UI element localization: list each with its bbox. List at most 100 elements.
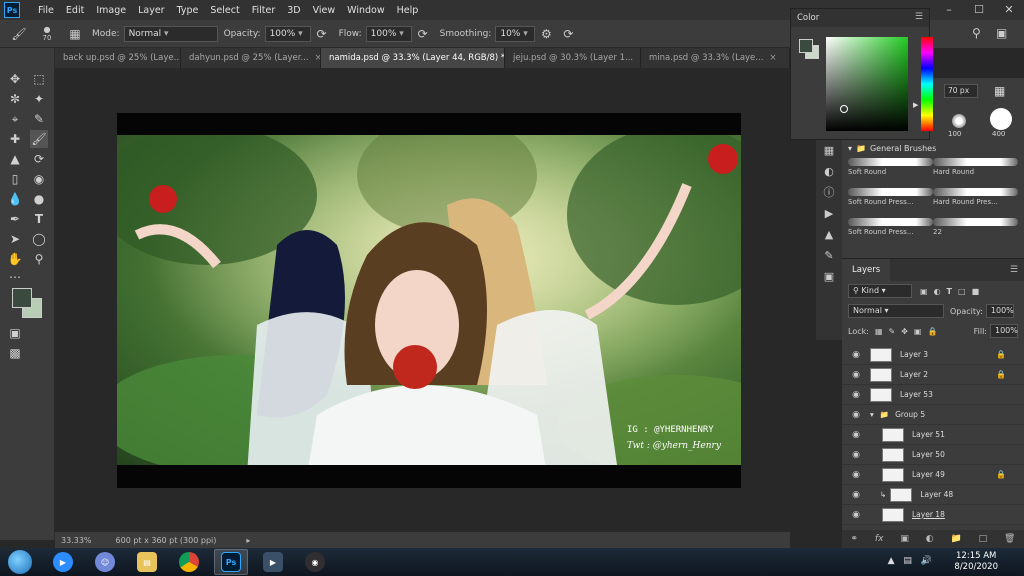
- taskbar-explorer[interactable]: ▤: [130, 549, 164, 575]
- volume-icon[interactable]: 🔊: [921, 556, 932, 566]
- brush-preset-item[interactable]: Hard Round Pres...: [933, 188, 1018, 210]
- zoom-tool-icon[interactable]: ⚲: [30, 250, 48, 268]
- tab-close-icon[interactable]: ×: [769, 53, 776, 63]
- visibility-eye-icon[interactable]: ◉: [848, 430, 864, 440]
- search-icon[interactable]: ⚲: [972, 26, 981, 40]
- menu-type[interactable]: Type: [171, 5, 205, 16]
- airbrush-icon[interactable]: ⟳: [414, 25, 432, 43]
- layer-opacity-field[interactable]: 100%: [985, 304, 1014, 318]
- menu-file[interactable]: File: [32, 5, 60, 16]
- layer-row[interactable]: ◉ Layer 50: [842, 445, 1024, 465]
- tab-mina[interactable]: mina.psd @ 33.3% (Laye... ×: [641, 48, 790, 68]
- layer-style-icon[interactable]: fx: [875, 534, 884, 544]
- layer-filter-select[interactable]: ⚲ Kind ▾: [848, 284, 912, 298]
- minimize-button[interactable]: –: [934, 0, 964, 20]
- type-tool-icon[interactable]: T: [30, 210, 48, 228]
- canvas-area[interactable]: IG : @YHERNHENRY Twt : @yhern_Henry: [55, 68, 790, 532]
- healing-brush-tool-icon[interactable]: ✚: [6, 130, 24, 148]
- hand-tool-icon[interactable]: ✋: [6, 250, 24, 268]
- panel-menu-icon[interactable]: ☰: [1010, 265, 1018, 275]
- layer-row[interactable]: ◉ Layer 49 🔒: [842, 465, 1024, 485]
- soft-brush-tip-icon[interactable]: [952, 114, 966, 128]
- brush-size-field[interactable]: 70 px: [944, 84, 978, 98]
- layer-row[interactable]: ◉ Layer 51: [842, 425, 1024, 445]
- new-layer-icon[interactable]: □: [979, 534, 988, 544]
- blend-mode-select[interactable]: Normal ▾: [848, 304, 944, 318]
- history-brush-tool-icon[interactable]: ⟳: [30, 150, 48, 168]
- more-tools-icon[interactable]: ⋯: [6, 268, 24, 286]
- brush-tool-icon[interactable]: 🖌: [10, 25, 28, 43]
- brush-settings-icon[interactable]: ▦: [66, 25, 84, 43]
- paint-bucket-tool-icon[interactable]: ◉: [30, 170, 48, 188]
- menu-filter[interactable]: Filter: [246, 5, 282, 16]
- close-button[interactable]: ✕: [994, 0, 1024, 20]
- visibility-eye-icon[interactable]: ◉: [848, 350, 864, 360]
- foreground-color-swatch[interactable]: [12, 288, 32, 308]
- color-picker-field[interactable]: [826, 37, 908, 131]
- brush-preset-item[interactable]: Hard Round: [933, 158, 1018, 180]
- brush-preset-item[interactable]: Soft Round Press...: [848, 188, 933, 210]
- link-layers-icon[interactable]: ⚭: [850, 534, 858, 544]
- filter-adjustment-icon[interactable]: ◐: [934, 287, 941, 296]
- swatches-panel-icon[interactable]: ▦: [816, 140, 842, 161]
- eyedropper-tool-icon[interactable]: ✎: [30, 110, 48, 128]
- chevron-down-icon[interactable]: ▾: [848, 144, 852, 153]
- filter-smart-object-icon[interactable]: ■: [972, 287, 980, 296]
- clone-stamp-tool-icon[interactable]: ▲: [6, 150, 24, 168]
- status-arrow-icon[interactable]: ▸: [246, 536, 250, 545]
- blur-tool-icon[interactable]: 💧: [6, 190, 24, 208]
- actions-panel-icon[interactable]: ▶: [816, 203, 842, 224]
- system-tray[interactable]: ▲ ▤ 🔊: [888, 556, 932, 566]
- opacity-field[interactable]: 100%: [264, 25, 311, 42]
- layer-row[interactable]: ◉ ↳ Layer 48: [842, 485, 1024, 505]
- hard-brush-tip-icon[interactable]: [990, 108, 1012, 130]
- menu-help[interactable]: Help: [391, 5, 425, 16]
- pressure-opacity-icon[interactable]: ⟳: [313, 25, 331, 43]
- screen-mode-icon[interactable]: ▩: [6, 344, 24, 362]
- paths-panel-icon[interactable]: ▣: [816, 266, 842, 287]
- lock-brush-icon[interactable]: ✎: [889, 327, 896, 336]
- maximize-button[interactable]: ☐: [964, 0, 994, 20]
- brush-preset-item[interactable]: Soft Round: [848, 158, 933, 180]
- taskbar-chrome[interactable]: [172, 549, 206, 575]
- layer-fill-field[interactable]: 100%: [990, 324, 1018, 338]
- visibility-eye-icon[interactable]: ◉: [848, 510, 864, 520]
- ellipse-tool-icon[interactable]: ◯: [30, 230, 48, 248]
- zoom-level[interactable]: 33.33%: [61, 536, 92, 545]
- eraser-tool-icon[interactable]: ▯: [6, 170, 24, 188]
- path-selection-tool-icon[interactable]: ➤: [6, 230, 24, 248]
- smoothing-gear-icon[interactable]: ⚙: [537, 25, 555, 43]
- panel-menu-icon[interactable]: ☰: [915, 12, 923, 22]
- layer-row[interactable]: ◉ Layer 3 🔒: [842, 345, 1024, 365]
- magic-wand-tool-icon[interactable]: ✦: [30, 90, 48, 108]
- visibility-eye-icon[interactable]: ◉: [848, 490, 864, 500]
- add-mask-icon[interactable]: ▣: [900, 534, 909, 544]
- tab-back-up[interactable]: back up.psd @ 25% (Laye...×: [55, 48, 181, 68]
- brush-tool-icon[interactable]: 🖌: [30, 130, 48, 148]
- color-picker-handle[interactable]: [840, 105, 848, 113]
- lasso-tool-icon[interactable]: ✼: [6, 90, 24, 108]
- pen-tool-icon[interactable]: ✒: [6, 210, 24, 228]
- flow-field[interactable]: 100%: [365, 25, 412, 42]
- chevron-down-icon[interactable]: ▾: [870, 410, 874, 419]
- smoothing-field[interactable]: 10%: [495, 25, 536, 42]
- tab-dahyun[interactable]: dahyun.psd @ 25% (Layer... ×: [181, 48, 321, 68]
- delete-layer-icon[interactable]: 🗑: [1004, 534, 1015, 544]
- visibility-eye-icon[interactable]: ◉: [848, 450, 864, 460]
- pressure-size-icon[interactable]: ⟳: [559, 25, 577, 43]
- tab-jeju[interactable]: jeju.psd @ 30.3% (Layer 1...×: [505, 48, 641, 68]
- adjustments-panel-icon[interactable]: ◐: [816, 161, 842, 182]
- taskbar-media[interactable]: ▶: [256, 549, 290, 575]
- filter-pixel-icon[interactable]: ▣: [920, 287, 928, 296]
- filter-type-icon[interactable]: T: [947, 287, 952, 296]
- channels-panel-icon[interactable]: ▲: [816, 224, 842, 245]
- brush-preset-item[interactable]: Soft Round Press...: [848, 218, 933, 240]
- workspace-icon[interactable]: ▣: [996, 26, 1007, 40]
- menu-view[interactable]: View: [307, 5, 342, 16]
- document-canvas[interactable]: IG : @YHERNHENRY Twt : @yhern_Henry: [117, 113, 741, 488]
- lock-transparent-icon[interactable]: ▦: [875, 327, 883, 336]
- menu-layer[interactable]: Layer: [132, 5, 171, 16]
- taskbar-clock[interactable]: 12:15 AM 8/20/2020: [954, 551, 998, 573]
- brush-preset-item[interactable]: 22: [933, 218, 1018, 240]
- taskbar-obs[interactable]: ◉: [298, 549, 332, 575]
